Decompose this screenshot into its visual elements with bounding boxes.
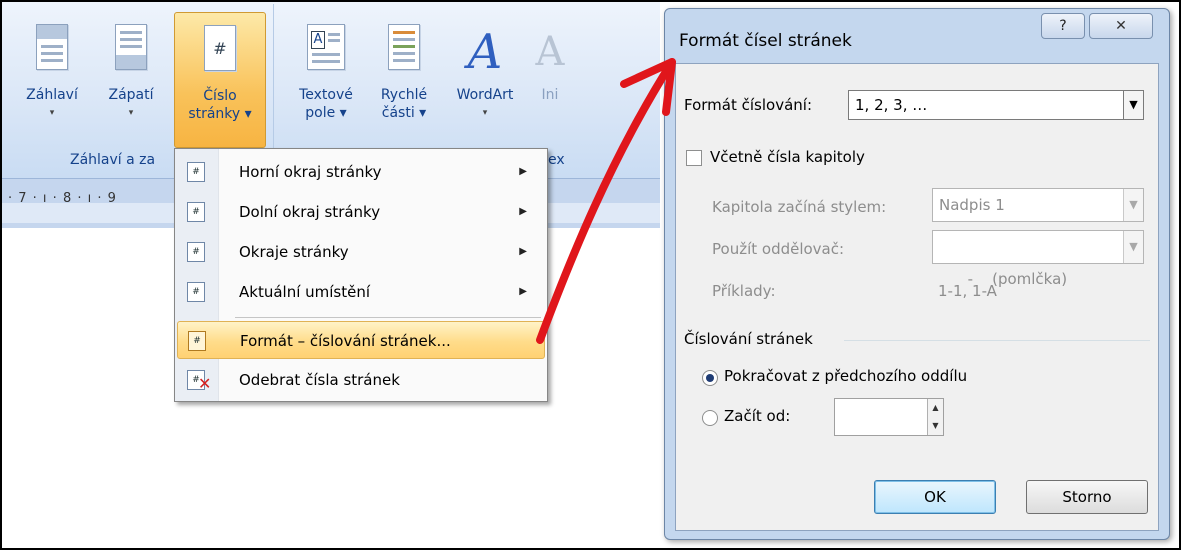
page-numbering-heading: Číslování stránek (684, 330, 813, 348)
page-number-icon: # (201, 25, 239, 81)
footer-button-caret: ▾ (128, 108, 134, 118)
footer-button-label: Zápatí (108, 87, 154, 103)
submenu-arrow-icon: ▶ (519, 246, 527, 257)
footer-icon (112, 24, 150, 80)
menu-separator (235, 317, 541, 318)
dialog-body: Formát číslování: 1, 2, 3, … ▼ Včetně čí… (675, 63, 1159, 531)
ruler-ticks: · 7 · ı · 8 · ı · 9 (8, 191, 117, 206)
top-of-page-icon: # (187, 162, 205, 182)
menu-item-top-of-page[interactable]: # Horní okraj stránky ▶ (177, 153, 545, 191)
menu-item-current-position[interactable]: # Aktuální umístění ▶ (177, 273, 545, 311)
menu-item-label: Okraje stránky (239, 243, 349, 261)
text-box-button-label: Textové (299, 87, 353, 103)
continue-label: Pokračovat z předchozího oddílu (724, 367, 968, 385)
start-at-label: Začít od: (724, 407, 791, 425)
ribbon-group-label-2: ex (548, 152, 565, 168)
chapter-style-value: Nadpis 1 (939, 196, 1005, 214)
chevron-down-icon[interactable]: ▼ (1123, 231, 1143, 263)
quick-parts-icon (385, 24, 423, 80)
separator-select[interactable]: - (pomlčka) ▼ (932, 230, 1144, 288)
group-divider (844, 340, 1150, 341)
word-window: Záhlaví ▾ Zápatí ▾ # Číslo stránky ▾ Záh… (0, 0, 660, 550)
format-page-numbers-icon: # (188, 331, 206, 351)
menu-item-label: Aktuální umístění (239, 283, 371, 301)
page-number-button-label: Číslo (203, 88, 237, 104)
page-margins-icon: # (187, 242, 205, 262)
menu-item-label: Horní okraj stránky (239, 163, 382, 181)
help-button[interactable]: ? (1041, 13, 1085, 39)
text-box-button[interactable]: A Textové pole ▾ (286, 12, 366, 148)
separator-label: Použít oddělovač: (712, 240, 845, 258)
header-icon (33, 24, 71, 80)
ok-button[interactable]: OK (874, 480, 996, 514)
quick-parts-button[interactable]: Rychlé části ▾ (370, 12, 438, 148)
dialog-title: Formát čísel stránek (679, 31, 852, 51)
submenu-arrow-icon: ▶ (519, 206, 527, 217)
chevron-down-icon[interactable]: ▼ (1123, 189, 1143, 221)
page-number-button-label-2: stránky ▾ (188, 106, 252, 122)
dropcap-icon: A (535, 29, 565, 75)
submenu-arrow-icon: ▶ (519, 286, 527, 297)
wordart-button-caret: ▾ (482, 108, 488, 118)
current-position-icon: # (187, 282, 205, 302)
include-chapter-label: Včetně čísla kapitoly (710, 148, 865, 166)
spin-down-icon[interactable]: ▼ (927, 417, 943, 435)
footer-button[interactable]: Zápatí ▾ (98, 12, 164, 148)
text-box-button-label-2: pole ▾ (305, 105, 347, 121)
chevron-down-icon[interactable]: ▼ (1123, 91, 1143, 119)
dropcap-button-label: Ini (541, 87, 559, 103)
menu-item-remove-page-numbers[interactable]: # ✕ Odebrat čísla stránek (177, 361, 545, 399)
header-button-caret: ▾ (49, 108, 55, 118)
chapter-starts-label: Kapitola začíná stylem: (712, 198, 887, 216)
header-button-label: Záhlaví (26, 87, 78, 103)
start-at-spinner[interactable]: ▲ ▼ (834, 398, 944, 436)
wordart-button[interactable]: A WordArt ▾ (444, 12, 526, 148)
wordart-icon: A (467, 24, 503, 80)
header-button[interactable]: Záhlaví ▾ (20, 12, 84, 148)
spin-up-icon[interactable]: ▲ (927, 399, 943, 417)
page-number-format-dialog: Formát čísel stránek ? ✕ Formát číslován… (664, 8, 1170, 540)
page-number-menu: # Horní okraj stránky ▶ # Dolní okraj st… (174, 148, 548, 402)
examples-label: Příklady: (712, 282, 776, 300)
number-format-select[interactable]: 1, 2, 3, … ▼ (848, 90, 1144, 120)
quick-parts-button-label: Rychlé (380, 87, 428, 103)
close-button[interactable]: ✕ (1089, 13, 1153, 39)
cancel-button[interactable]: Storno (1026, 480, 1148, 514)
menu-item-label: Odebrat čísla stránek (239, 371, 400, 389)
examples-value: 1-1, 1-A (938, 282, 997, 300)
number-format-label: Formát číslování: (684, 96, 812, 114)
start-at-radio[interactable] (702, 410, 718, 426)
bottom-of-page-icon: # (187, 202, 205, 222)
menu-item-page-margins[interactable]: # Okraje stránky ▶ (177, 233, 545, 271)
number-format-value: 1, 2, 3, … (855, 96, 928, 114)
remove-page-numbers-icon: # ✕ (187, 370, 211, 393)
menu-item-format-page-numbers[interactable]: # Formát – číslování stránek... (177, 321, 545, 359)
page-number-button[interactable]: # Číslo stránky ▾ (174, 12, 266, 148)
quick-parts-button-label-2: části ▾ (381, 105, 427, 121)
dropcap-button[interactable]: A Ini (530, 12, 570, 148)
text-box-icon: A (307, 24, 345, 80)
submenu-arrow-icon: ▶ (519, 166, 527, 177)
menu-item-label: Dolní okraj stránky (239, 203, 381, 221)
menu-item-bottom-of-page[interactable]: # Dolní okraj stránky ▶ (177, 193, 545, 231)
wordart-button-label: WordArt (456, 87, 514, 103)
continue-radio[interactable] (702, 370, 718, 386)
include-chapter-checkbox[interactable] (686, 150, 702, 166)
menu-item-label: Formát – číslování stránek... (240, 332, 451, 350)
chapter-style-select[interactable]: Nadpis 1 ▼ (932, 188, 1144, 222)
